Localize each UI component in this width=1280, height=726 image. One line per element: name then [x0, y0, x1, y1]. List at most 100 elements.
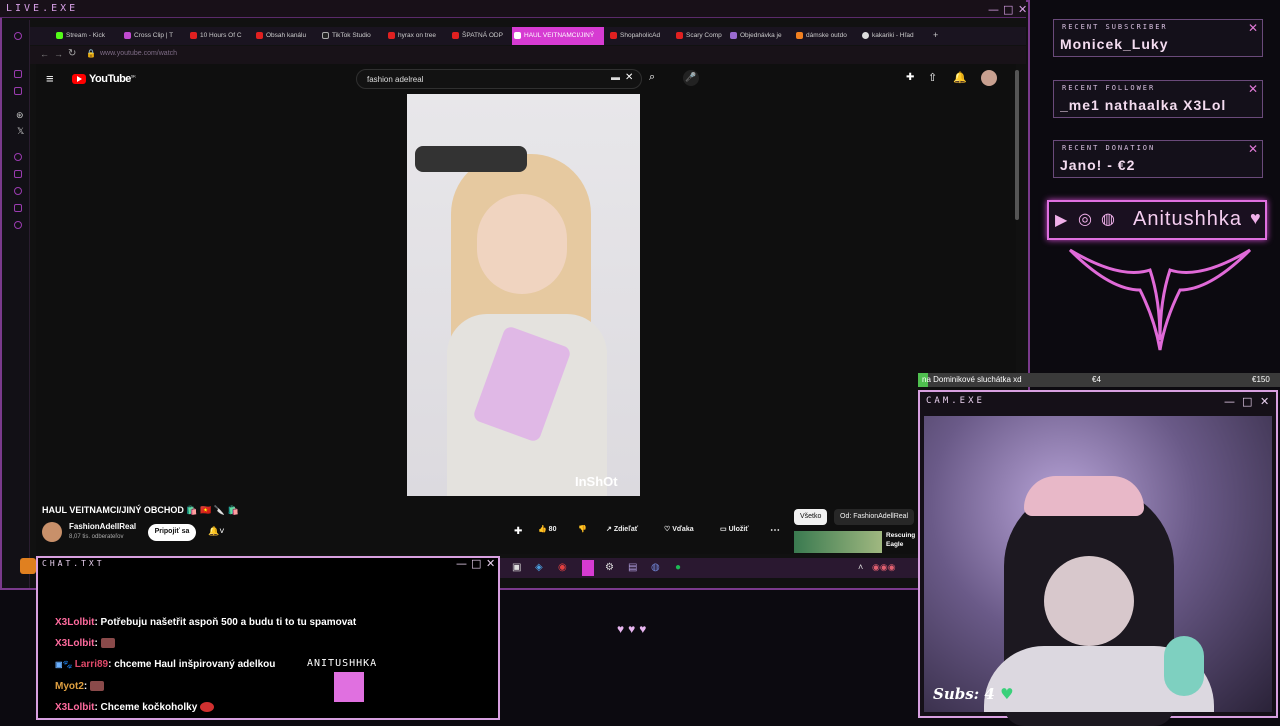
chip-from-channel[interactable]: Od: FashionAdellReal — [834, 509, 915, 525]
upload-icon[interactable]: ⇧ — [928, 71, 937, 84]
youtube-icon — [190, 32, 197, 39]
tab[interactable]: TikTok Studio — [320, 27, 382, 45]
tab-label: ŠPATNÁ ODP — [462, 32, 503, 39]
tab[interactable]: ŠPATNÁ ODP — [450, 27, 512, 45]
bell-dropdown-icon[interactable]: 🔔˅ — [208, 526, 224, 537]
video-player[interactable]: InShOt — [407, 94, 640, 496]
maximize-button[interactable]: □ — [471, 557, 481, 570]
new-tab-icon[interactable]: + — [933, 30, 938, 40]
scrollbar[interactable] — [1015, 70, 1019, 220]
search-icon[interactable]: ⌕ — [649, 71, 655, 84]
save-button[interactable]: ▭ Uložiť — [720, 525, 749, 533]
tab[interactable]: ShopaholicAd — [608, 27, 670, 45]
create-icon[interactable]: ✚ — [906, 72, 914, 83]
cat-ear-headphones-shape — [1024, 476, 1144, 516]
tab[interactable]: 10 Hours Of C — [188, 27, 250, 45]
channel-name[interactable]: FashionAdellReal — [69, 522, 136, 531]
back-icon[interactable]: ← — [40, 49, 49, 59]
sidebar-icon[interactable] — [14, 153, 22, 161]
spotify-icon[interactable]: ● — [675, 562, 681, 573]
extension-icon[interactable]: ✚ — [514, 526, 522, 537]
avatar[interactable] — [981, 70, 997, 86]
minimize-button[interactable]: — — [988, 3, 999, 16]
tab-label: ShopaholicAd — [620, 32, 661, 39]
close-button[interactable]: ✕ — [1018, 3, 1027, 16]
chat-text: : Potřebuju našetřit aspoň 500 a budu ti… — [94, 617, 357, 628]
settings-icon[interactable]: ⚙ — [605, 562, 614, 573]
close-button[interactable]: ✕ — [486, 557, 495, 570]
sidebar-icon[interactable] — [14, 87, 22, 95]
tab-label: TikTok Studio — [332, 32, 371, 39]
emote-icon — [90, 681, 105, 692]
url-input[interactable]: www.youtube.com/watch — [100, 50, 177, 57]
emote-icon — [200, 702, 215, 713]
thanks-icon: ♡ — [664, 526, 673, 533]
forward-icon[interactable]: → — [54, 49, 63, 59]
workspace-icon[interactable] — [14, 32, 22, 40]
share-button[interactable]: ↗ Zdieľať — [606, 525, 638, 533]
share-label: Zdieľať — [613, 526, 639, 533]
browser-active-icon[interactable] — [582, 560, 594, 576]
chat-watermark: ANITUSHHKA — [307, 658, 378, 669]
clear-search-icon[interactable]: ✕ — [625, 72, 633, 83]
recent-subscriber-panel: RECENT SUBSCRIBER Monicek_Luky ✕ — [1053, 19, 1263, 57]
chat-username: X3Lolbit — [55, 702, 95, 713]
x-icon[interactable]: 𝕏 — [17, 126, 24, 137]
discord-icon[interactable]: ◍ — [651, 562, 660, 573]
bell-icon[interactable]: 🔔 — [953, 71, 967, 84]
microphone-icon[interactable]: 🎤 — [683, 70, 699, 86]
chat-message: Myot2: — [55, 681, 105, 692]
tray-chevron-icon[interactable]: ˄ — [858, 562, 863, 572]
tab[interactable]: Cross Clip | T — [122, 27, 184, 45]
steam-icon[interactable]: ◈ — [535, 562, 543, 573]
tab[interactable]: kakariki - Hľad — [860, 27, 930, 45]
tab[interactable]: dámske outdo — [794, 27, 860, 45]
search-input[interactable]: fashion adelreal — [356, 69, 642, 89]
face-shape — [477, 194, 567, 294]
youtube-logo[interactable]: YouTubeSK — [89, 73, 136, 85]
dislike-button[interactable]: 👎 — [578, 525, 587, 533]
tab[interactable]: Obsah kanálu — [254, 27, 316, 45]
tab[interactable]: Objednávka je — [728, 27, 794, 45]
join-button[interactable]: Pripojiť sa — [148, 524, 196, 541]
youtube-logo-icon[interactable] — [72, 74, 86, 84]
tab-active[interactable]: HAUL VEITNAMCI/JINÝ — [512, 27, 604, 45]
tab[interactable]: hyrax on tree — [386, 27, 448, 45]
close-button[interactable]: ✕ — [1260, 395, 1269, 408]
sidebar-icon[interactable] — [14, 170, 22, 178]
sidebar-icon[interactable] — [14, 70, 22, 78]
menu-icon[interactable]: ≡ — [46, 71, 54, 86]
tab[interactable]: Stream - Kick — [54, 27, 118, 45]
maximize-button[interactable]: □ — [1242, 395, 1252, 408]
maximize-button[interactable]: □ — [1003, 3, 1013, 16]
recent-follower-names: _me1 nathaalka X3Lol — [1060, 97, 1227, 113]
pixel-cat-icon — [334, 672, 364, 702]
settings-icon[interactable] — [14, 221, 22, 229]
chat-text: : — [83, 681, 88, 692]
like-button[interactable]: 👍 80 — [538, 525, 556, 533]
tiktok-icon — [322, 32, 329, 39]
tab-label: Objednávka je — [740, 32, 782, 39]
openai-icon[interactable]: ⊛ — [16, 110, 24, 121]
calendar-icon[interactable]: ▣ — [512, 562, 521, 573]
related-title[interactable]: Rescuing Eagle — [886, 531, 918, 549]
tab[interactable]: Scary Comp — [674, 27, 736, 45]
keyboard-icon[interactable]: ▬ — [611, 72, 620, 82]
tray-icon[interactable]: ◉◉◉ — [872, 562, 896, 573]
minimize-button[interactable]: — — [456, 557, 467, 570]
thanks-button[interactable]: ♡ Vďaka — [664, 525, 694, 533]
subs-counter: Subs: 4 ♥ — [933, 685, 1014, 703]
minimize-button[interactable]: — — [1224, 395, 1235, 408]
reload-icon[interactable]: ↻ — [68, 48, 76, 59]
sidebar-icon[interactable] — [14, 187, 22, 195]
related-thumbnail[interactable] — [794, 531, 882, 553]
opera-icon[interactable]: ◉ — [558, 562, 567, 573]
channel-avatar[interactable] — [42, 522, 62, 542]
sidebar-icon[interactable] — [14, 204, 22, 212]
more-actions-icon[interactable]: ⋯ — [770, 525, 780, 536]
tab-label: 10 Hours Of C — [200, 32, 242, 39]
chip-all[interactable]: Všetko — [794, 509, 828, 525]
start-icon[interactable] — [20, 558, 36, 574]
app-icon[interactable]: ▤ — [628, 562, 637, 573]
youtube-region: SK — [130, 73, 136, 79]
